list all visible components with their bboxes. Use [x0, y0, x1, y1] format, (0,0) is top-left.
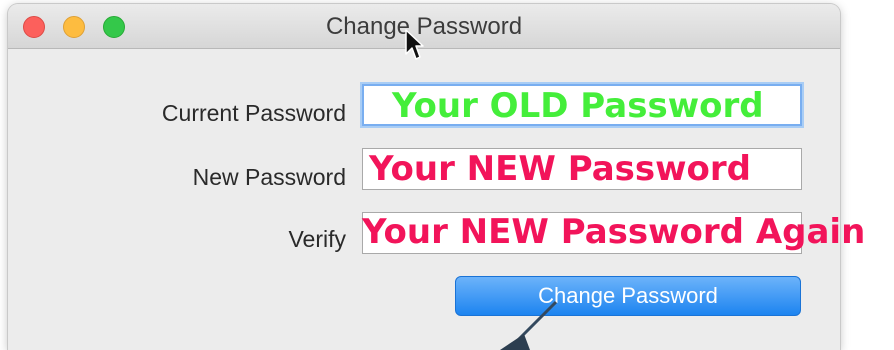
current-password-value: Your OLD Password [392, 86, 764, 126]
title-bar[interactable]: Change Password [8, 4, 840, 49]
change-password-window: Change Password Current Password Your OL… [8, 4, 840, 350]
window-title: Change Password [325, 13, 523, 40]
new-password-value: Your NEW Password [369, 149, 751, 189]
new-password-field[interactable]: Your NEW Password [362, 148, 802, 190]
mouse-pointer-icon [405, 29, 424, 60]
verify-label: Verify [288, 226, 346, 252]
current-password-label: Current Password [161, 100, 346, 126]
new-password-label: New Password [192, 164, 346, 190]
verify-password-field[interactable] [362, 212, 802, 254]
callout-arrow-icon [500, 300, 558, 350]
current-password-field[interactable]: Your OLD Password [362, 84, 802, 126]
